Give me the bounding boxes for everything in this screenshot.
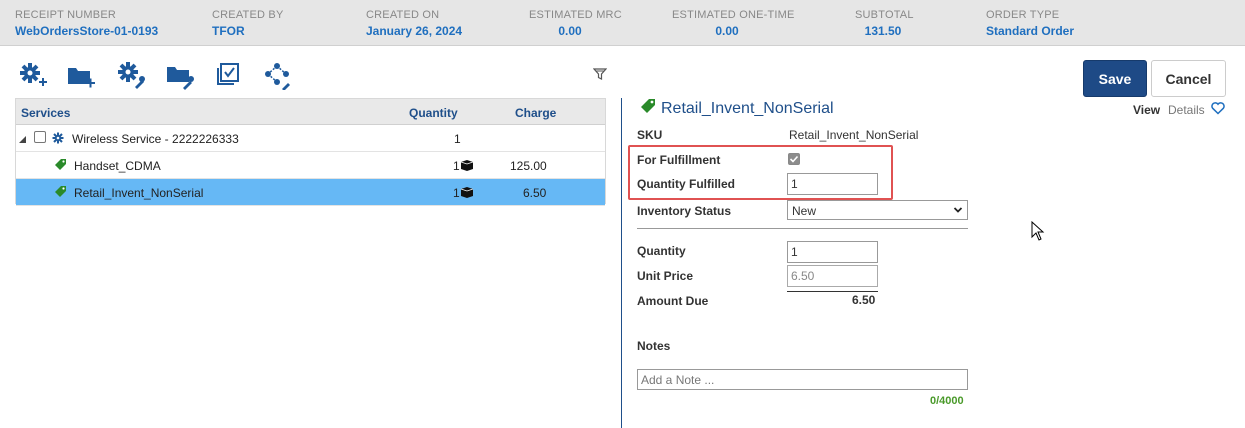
estimated-onetime: ESTIMATED ONE-TIME 0.00: [672, 9, 795, 38]
estimated-mrc-label: ESTIMATED MRC: [529, 9, 622, 21]
filter-icon[interactable]: [592, 67, 608, 81]
amount-due-label: Amount Due: [637, 294, 709, 308]
table-row[interactable]: Retail_Invent_NonSerial 1 6.50: [16, 179, 605, 206]
sku-value: Retail_Invent_NonSerial: [789, 128, 919, 142]
subtotal-label: SUBTOTAL: [855, 9, 914, 21]
inventory-status-value: New: [792, 204, 817, 218]
amount-due-value: 6.50: [852, 293, 876, 307]
receipt-number: RECEIPT NUMBER WebOrdersStore-01-0193: [15, 9, 158, 38]
panel-splitter[interactable]: [621, 98, 622, 428]
quantity-label: Quantity: [637, 244, 686, 258]
highlight-box: [628, 145, 893, 200]
gear-icon: [52, 132, 64, 147]
service-quantity: 1: [453, 186, 460, 200]
sku-label: SKU: [637, 128, 663, 142]
notes-input[interactable]: [637, 369, 968, 390]
created-on-label: CREATED ON: [366, 9, 440, 21]
inventory-box-icon: [460, 187, 474, 201]
configure-folder-icon[interactable]: [165, 60, 195, 90]
receipt-number-label: RECEIPT NUMBER: [15, 9, 116, 21]
service-charge: 125.00: [510, 159, 547, 173]
add-service-icon[interactable]: [17, 60, 47, 90]
receipt-number-value[interactable]: WebOrdersStore-01-0193: [15, 24, 158, 38]
estimated-onetime-label: ESTIMATED ONE-TIME: [672, 9, 795, 21]
amount-divider: [787, 291, 878, 292]
column-header-charge[interactable]: Charge: [515, 106, 556, 120]
estimated-mrc: ESTIMATED MRC 0.00: [529, 9, 622, 38]
section-divider: [637, 228, 968, 229]
subtotal: SUBTOTAL 131.50: [855, 9, 914, 38]
service-charge: 6.50: [523, 186, 547, 200]
tag-icon: [54, 185, 67, 201]
service-quantity: 1: [453, 159, 460, 173]
created-on: CREATED ON January 26, 2024: [366, 9, 462, 38]
service-name: Retail_Invent_NonSerial: [74, 186, 204, 200]
mouse-cursor-icon: [1031, 220, 1045, 241]
service-quantity: 1: [454, 132, 461, 146]
inventory-status-label: Inventory Status: [637, 204, 732, 218]
order-type-label: ORDER TYPE: [986, 9, 1060, 21]
tag-icon: [640, 98, 656, 114]
column-header-quantity[interactable]: Quantity: [409, 106, 458, 120]
created-by-label: CREATED BY: [212, 9, 284, 21]
order-type: ORDER TYPE Standard Order: [986, 9, 1074, 38]
created-by: CREATED BY TFOR: [212, 9, 283, 38]
service-name: Wireless Service - 2222226333: [72, 132, 239, 146]
collapse-arrow-icon[interactable]: [19, 133, 27, 147]
notes-character-counter: 0/4000: [930, 395, 964, 407]
notes-label: Notes: [637, 339, 671, 353]
cancel-button[interactable]: Cancel: [1151, 60, 1226, 97]
estimated-mrc-value: 0.00: [558, 24, 582, 38]
unit-price-input[interactable]: [787, 265, 878, 287]
inventory-box-icon: [460, 160, 474, 174]
row-select-checkbox[interactable]: [34, 131, 46, 146]
column-header-services[interactable]: Services: [21, 106, 70, 120]
bulk-select-icon[interactable]: [213, 60, 243, 90]
table-row[interactable]: Handset_CDMA 1 125.00: [16, 152, 605, 179]
add-folder-icon[interactable]: [66, 60, 96, 90]
order-type-value: Standard Order: [986, 24, 1075, 38]
services-grid-header: Services Quantity Charge: [16, 99, 605, 125]
detail-title: Retail_Invent_NonSerial: [661, 100, 834, 117]
details-view-link[interactable]: Details: [1168, 103, 1205, 117]
services-grid: Services Quantity Charge Wireless Servic…: [15, 98, 606, 206]
estimated-onetime-value: 0.00: [715, 24, 739, 38]
save-button[interactable]: Save: [1083, 60, 1147, 97]
subtotal-value: 131.50: [864, 24, 902, 38]
configure-service-icon[interactable]: [116, 60, 146, 90]
table-row[interactable]: Wireless Service - 2222226333 1: [16, 125, 605, 152]
inventory-status-select[interactable]: New: [787, 200, 968, 220]
view-label: View: [1133, 103, 1161, 117]
chevron-down-icon: [953, 204, 963, 214]
service-name: Handset_CDMA: [74, 159, 161, 173]
favorite-heart-icon[interactable]: [1211, 101, 1225, 115]
hierarchy-configure-icon[interactable]: [262, 60, 292, 91]
unit-price-label: Unit Price: [637, 269, 694, 283]
created-on-value: January 26, 2024: [366, 24, 463, 38]
created-by-value: TFOR: [212, 24, 245, 38]
order-summary-header: RECEIPT NUMBER WebOrdersStore-01-0193 CR…: [0, 0, 1245, 46]
tag-icon: [54, 158, 67, 174]
quantity-input[interactable]: [787, 241, 878, 263]
